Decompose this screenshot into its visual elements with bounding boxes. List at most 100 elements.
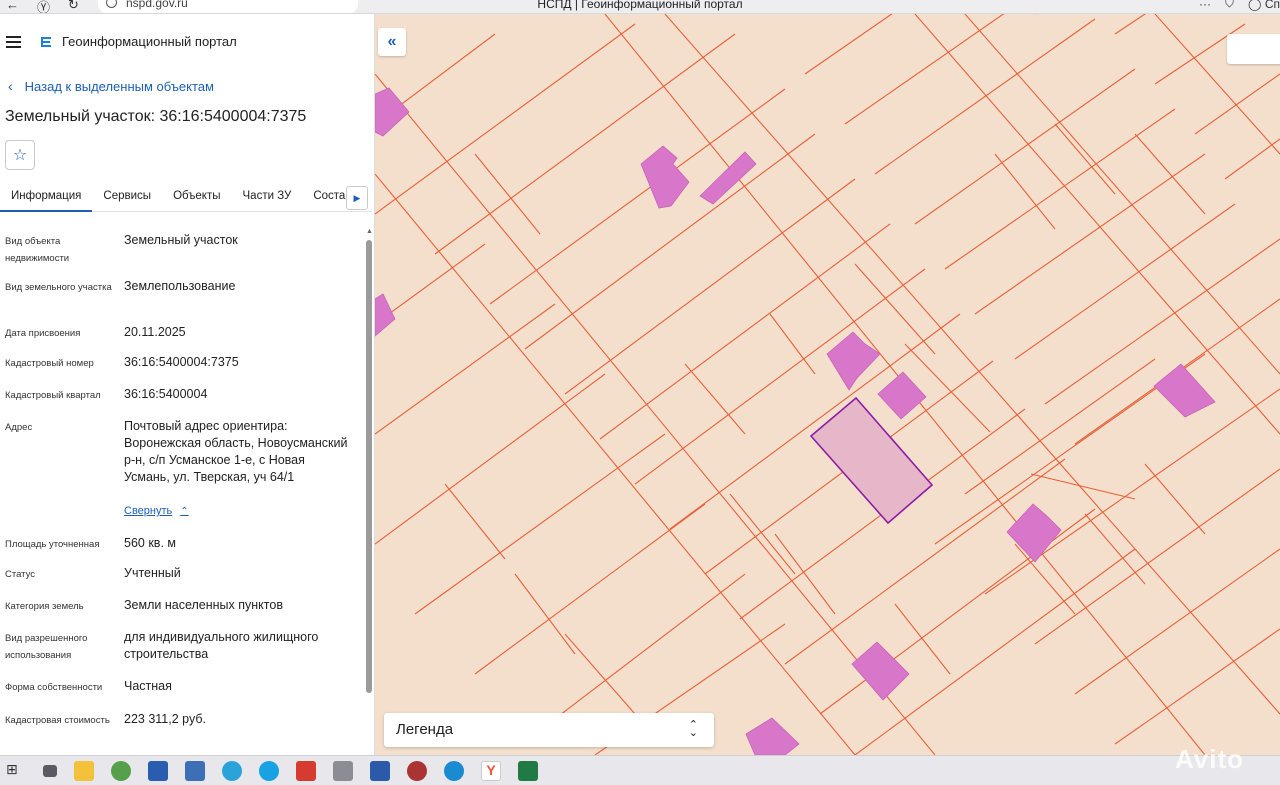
calculator-icon[interactable] xyxy=(185,760,205,781)
field-value: Учтенный xyxy=(124,566,181,580)
parcel-line xyxy=(514,573,576,655)
parcel-line xyxy=(474,153,541,235)
parcel-line xyxy=(534,573,746,735)
parcel-line xyxy=(1014,203,1236,360)
file-explorer-icon[interactable] xyxy=(74,760,94,781)
yandex-disk-icon[interactable] xyxy=(296,760,316,781)
building xyxy=(699,151,757,205)
parcel-line xyxy=(1224,138,1280,180)
legend-label: Легенда xyxy=(396,721,454,738)
parcel-line xyxy=(1030,473,1136,500)
tab-parts[interactable]: Части ЗУ xyxy=(232,184,303,212)
triangle-right-icon: ▶ xyxy=(353,192,361,203)
printer-icon[interactable] xyxy=(333,760,353,781)
parcel-line xyxy=(414,433,666,615)
app-title: Геоинформационный портал xyxy=(62,34,237,49)
double-chevron-left-icon: « xyxy=(387,33,397,50)
yandex-browser-icon[interactable]: Y xyxy=(481,760,501,781)
scroll-up-icon[interactable]: ▲ xyxy=(366,228,373,235)
scrollbar-thumb[interactable] xyxy=(366,240,372,693)
field-label: Вид разрешенного использования xyxy=(5,633,88,661)
parcel-line xyxy=(1144,463,1206,535)
profile-label: Сп xyxy=(1264,0,1280,11)
panel-scrollbar[interactable]: ▲ ▼ xyxy=(365,228,373,755)
panel-header: Геоинформационный портал xyxy=(0,28,374,58)
field-label: Статус xyxy=(5,569,36,580)
field-label: Вид земельного участка xyxy=(5,282,112,293)
collapse-panel-button[interactable]: « xyxy=(378,28,406,56)
field-value: 36:16:5400004 xyxy=(124,387,208,401)
parcel-line xyxy=(1014,543,1076,615)
task-view-icon[interactable] xyxy=(43,764,57,777)
building xyxy=(877,371,927,420)
field-label: Адрес xyxy=(5,422,33,433)
field-value: Почтовый адрес ориентира: Воронежская об… xyxy=(124,419,348,484)
bookmark-icon[interactable]: ⛉ xyxy=(1225,0,1234,11)
store-icon[interactable] xyxy=(148,760,168,781)
parcel-line xyxy=(894,603,951,675)
expand-collapse-icon: ⌃ ⌄ xyxy=(688,719,698,739)
star-icon: ☆ xyxy=(12,147,28,164)
parcel-line xyxy=(684,363,746,435)
field-value: 560 кв. м xyxy=(124,536,176,550)
edge-icon[interactable] xyxy=(444,760,464,781)
field-label: Форма собственности xyxy=(5,682,103,693)
favorite-button[interactable]: ☆ xyxy=(5,140,35,170)
parcel-line xyxy=(984,388,1280,595)
telegram-icon[interactable] xyxy=(222,760,242,781)
tab-bar: Информация Сервисы Объекты Части ЗУ Сост… xyxy=(0,184,372,212)
field-value: Земельный участок xyxy=(124,233,238,247)
start-icon[interactable]: ⊞ xyxy=(6,761,26,781)
building xyxy=(375,87,410,137)
excel-icon[interactable] xyxy=(518,760,538,781)
tab-services[interactable]: Сервисы xyxy=(92,184,162,212)
word-icon[interactable] xyxy=(370,760,390,781)
parcel-line xyxy=(844,14,1005,125)
menu-icon[interactable] xyxy=(6,36,21,48)
parcel-line xyxy=(729,493,796,575)
parcel-line xyxy=(434,33,736,255)
legend-dropdown[interactable]: Легенда ⌃ ⌄ xyxy=(384,713,714,747)
avito-watermark: Avito xyxy=(1175,744,1245,774)
building xyxy=(826,331,881,391)
tab-objects[interactable]: Объекты xyxy=(162,184,231,212)
building xyxy=(375,293,396,337)
chevron-left-icon: ‹ xyxy=(8,78,13,94)
parcel-line xyxy=(375,23,636,215)
building xyxy=(1006,503,1062,563)
building xyxy=(745,717,800,755)
browser-actions: ··· ⛉ ◯ Сп xyxy=(1199,0,1280,11)
alice-icon: ◯ xyxy=(1248,0,1262,11)
cadastral-map[interactable] xyxy=(375,14,1280,755)
map-canvas[interactable] xyxy=(375,14,1280,755)
parcel-boundaries xyxy=(375,14,1280,755)
parcel-line xyxy=(1084,513,1146,585)
tab-title: НСПД | Геоинформационный портал xyxy=(537,0,743,11)
tabs-scroll-right-button[interactable]: ▶ xyxy=(346,186,368,210)
parcel-line xyxy=(854,548,1136,755)
profile-button[interactable]: ◯ Сп xyxy=(1248,0,1280,11)
browser-bar: ← Ⓨ ↻ nspd.gov.ru НСПД | Геоинформационн… xyxy=(0,0,1280,14)
taskbar: ⊞ Y xyxy=(0,755,1280,785)
parcel-line xyxy=(854,263,936,355)
parcel-line xyxy=(1134,133,1206,215)
more-icon[interactable]: ··· xyxy=(1199,0,1211,11)
collapse-link[interactable]: Свернуть ⌃ xyxy=(124,505,189,517)
collapse-label: Свернуть xyxy=(124,505,173,517)
building xyxy=(851,641,910,701)
back-to-selected-link[interactable]: ‹ Назад к выделенным объектам xyxy=(8,78,214,94)
chrome-icon[interactable] xyxy=(111,760,131,781)
field-value: Частная xyxy=(124,679,172,693)
app-icon[interactable] xyxy=(407,760,427,781)
parcel-line xyxy=(564,633,636,715)
field-value: 223 311,2 руб. xyxy=(124,712,206,726)
map-tool-button[interactable] xyxy=(1227,34,1280,64)
parcel-line xyxy=(489,88,786,305)
field-label: Кадастровый номер xyxy=(5,358,94,369)
selected-parcel[interactable] xyxy=(809,396,934,525)
parcel-line xyxy=(804,14,893,75)
skype-icon[interactable] xyxy=(259,760,279,781)
parcel-line xyxy=(964,358,1156,495)
tab-information[interactable]: Информация xyxy=(0,184,93,212)
field-label: Категория земель xyxy=(5,601,84,612)
